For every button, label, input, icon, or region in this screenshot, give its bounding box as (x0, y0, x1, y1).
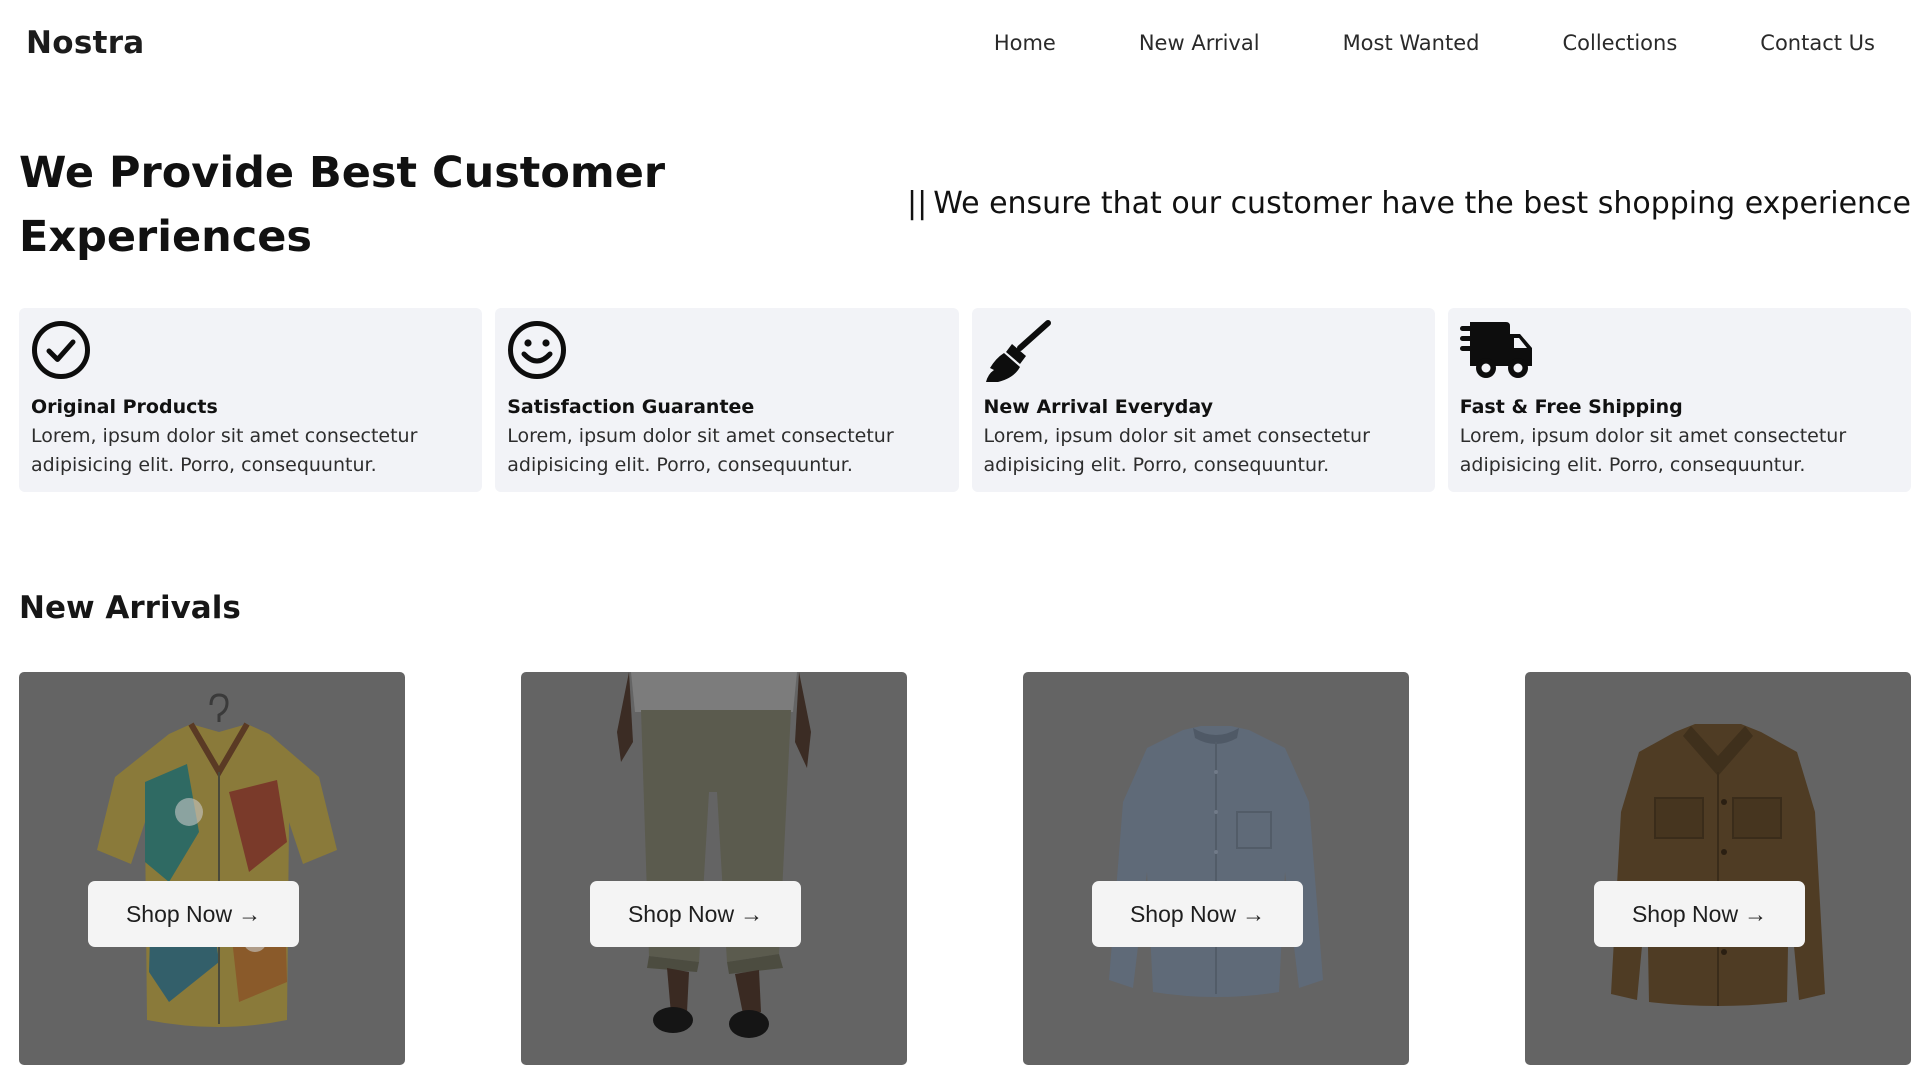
broom-icon (984, 320, 1064, 386)
feature-list: Original Products Lorem, ipsum dolor sit… (19, 308, 1911, 492)
arrow-right-icon: → (1242, 900, 1266, 927)
shop-now-label: Shop Now (125, 900, 233, 927)
arrow-right-icon: → (740, 900, 764, 927)
product-grid: Shop Now → Shop Now → Shop Now → Shop No… (19, 672, 1911, 1065)
feature-title: Satisfaction Guarantee (507, 396, 755, 418)
page: Nostra Home New Arrival Most Wanted Coll… (0, 0, 1920, 1080)
feature-desc: Lorem, ipsum dolor sit amet consectetur … (1459, 425, 1847, 476)
feature-desc: Lorem, ipsum dolor sit amet consectetur … (983, 425, 1370, 476)
tagline-text: We ensure that our customer have the bes… (933, 186, 1911, 221)
truck-fast-icon (1459, 320, 1540, 386)
nav-collections[interactable]: Collections (1562, 31, 1677, 55)
arrow-right-icon: → (1744, 900, 1768, 927)
hero-title: We Provide Best Customer Experiences (19, 148, 666, 262)
blue-shirt-image (1109, 726, 1323, 997)
linen-trousers-image (617, 672, 811, 1038)
shop-now-button[interactable]: Shop Now → (590, 881, 801, 947)
nav-contact-us[interactable]: Contact Us (1760, 31, 1875, 55)
hero-tagline: || We ensure that our customer have the b… (907, 186, 1911, 221)
shop-now-button[interactable]: Shop Now → (88, 881, 299, 947)
floral-shirt-image (97, 693, 337, 1027)
tagline-bars: || (906, 186, 928, 221)
check-circle-icon (31, 320, 111, 386)
shop-now-button[interactable]: Shop Now → (1594, 881, 1805, 947)
feature-title: Original Products (31, 396, 218, 418)
feature-card: Original Products Lorem, ipsum dolor sit… (19, 308, 483, 492)
product-card[interactable]: Shop Now → (1525, 672, 1911, 1065)
site-logo[interactable]: Nostra (26, 25, 145, 61)
brown-jacket-image (1611, 724, 1825, 1006)
product-card[interactable]: Shop Now → (1023, 672, 1409, 1065)
site-header: Nostra Home New Arrival Most Wanted Coll… (0, 0, 1920, 86)
feature-desc: Lorem, ipsum dolor sit amet consectetur … (507, 425, 894, 476)
arrow-right-icon: → (238, 900, 262, 927)
main-nav: Home New Arrival Most Wanted Collections… (994, 31, 1875, 55)
shop-now-label: Shop Now (627, 900, 735, 927)
feature-card: Fast & Free Shipping Lorem, ipsum dolor … (1447, 308, 1911, 492)
new-arrivals-title: New Arrivals (19, 590, 241, 626)
feature-title: Fast & Free Shipping (1459, 396, 1683, 418)
feature-desc: Lorem, ipsum dolor sit amet consectetur … (31, 425, 418, 476)
shop-now-label: Shop Now (1631, 900, 1739, 927)
nav-home[interactable]: Home (994, 31, 1056, 55)
shop-now-label: Shop Now (1129, 900, 1237, 927)
nav-new-arrival[interactable]: New Arrival (1139, 31, 1260, 55)
product-card[interactable]: Shop Now → (521, 672, 907, 1065)
smile-icon (507, 320, 587, 386)
feature-title: New Arrival Everyday (983, 396, 1213, 418)
feature-card: New Arrival Everyday Lorem, ipsum dolor … (971, 308, 1435, 492)
feature-card: Satisfaction Guarantee Lorem, ipsum dolo… (495, 308, 959, 492)
nav-most-wanted[interactable]: Most Wanted (1343, 31, 1480, 55)
product-card[interactable]: Shop Now → (19, 672, 405, 1065)
shop-now-button[interactable]: Shop Now → (1092, 881, 1303, 947)
